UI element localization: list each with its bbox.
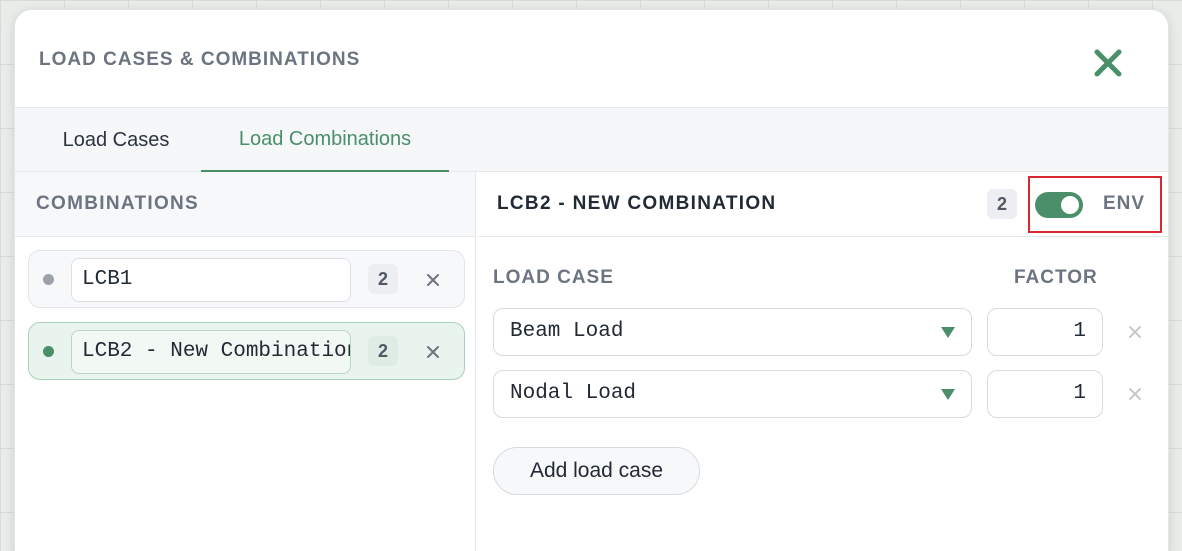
env-label: ENV	[1103, 193, 1146, 214]
status-dot	[43, 274, 54, 285]
dropdown-arrow-icon	[941, 327, 955, 338]
toggle-knob	[1061, 196, 1079, 214]
status-dot	[43, 346, 54, 357]
tab-load-combinations[interactable]: Load Combinations	[201, 108, 449, 172]
combination-title: LCB2 - NEW COMBINATION	[497, 193, 777, 214]
remove-load-case-button[interactable]	[1123, 320, 1147, 344]
factor-column-header: FACTOR	[1014, 267, 1098, 288]
load-case-row: Beam Load 1	[493, 308, 1153, 356]
case-count-badge: 2	[987, 189, 1017, 219]
load-case-value: Beam Load	[510, 320, 624, 343]
close-button[interactable]	[1088, 43, 1128, 83]
combinations-header: COMBINATIONS	[15, 172, 475, 237]
close-icon	[1094, 49, 1122, 77]
close-icon	[1129, 326, 1141, 338]
delete-combination-button[interactable]	[421, 268, 445, 292]
load-case-column-header: LOAD CASE	[493, 267, 614, 288]
load-case-select[interactable]: Beam Load	[493, 308, 972, 356]
load-cases-dialog: LOAD CASES & COMBINATIONS Load Cases Loa…	[14, 9, 1169, 551]
env-toggle[interactable]	[1035, 192, 1083, 218]
close-icon	[427, 346, 439, 358]
factor-input[interactable]: 1	[987, 370, 1103, 418]
combination-name-input[interactable]: LCB2 - New Combination	[71, 330, 351, 374]
combination-item-lcb2[interactable]: LCB2 - New Combination 2	[28, 322, 465, 380]
combinations-panel: COMBINATIONS LCB1 2 LCB2 - New Combinati…	[15, 172, 476, 551]
dialog-title: LOAD CASES & COMBINATIONS	[39, 49, 361, 70]
load-case-row: Nodal Load 1	[493, 370, 1153, 418]
case-count-badge: 2	[368, 336, 398, 366]
close-icon	[1129, 388, 1141, 400]
tab-load-cases[interactable]: Load Cases	[39, 108, 193, 172]
combination-name-input[interactable]: LCB1	[71, 258, 351, 302]
factor-input[interactable]: 1	[987, 308, 1103, 356]
detail-header: LCB2 - NEW COMBINATION 2 ENV	[477, 172, 1168, 237]
delete-combination-button[interactable]	[421, 340, 445, 364]
load-case-value: Nodal Load	[510, 382, 637, 405]
dialog-header: LOAD CASES & COMBINATIONS	[15, 10, 1168, 108]
dropdown-arrow-icon	[941, 389, 955, 400]
load-case-select[interactable]: Nodal Load	[493, 370, 972, 418]
close-icon	[427, 274, 439, 286]
tab-bar: Load Cases Load Combinations	[15, 108, 1168, 172]
case-count-badge: 2	[368, 264, 398, 294]
combination-detail-panel: LCB2 - NEW COMBINATION 2 ENV LOAD CASE F…	[477, 172, 1168, 551]
combination-item-lcb1[interactable]: LCB1 2	[28, 250, 465, 308]
add-load-case-button[interactable]: Add load case	[493, 447, 700, 495]
remove-load-case-button[interactable]	[1123, 382, 1147, 406]
